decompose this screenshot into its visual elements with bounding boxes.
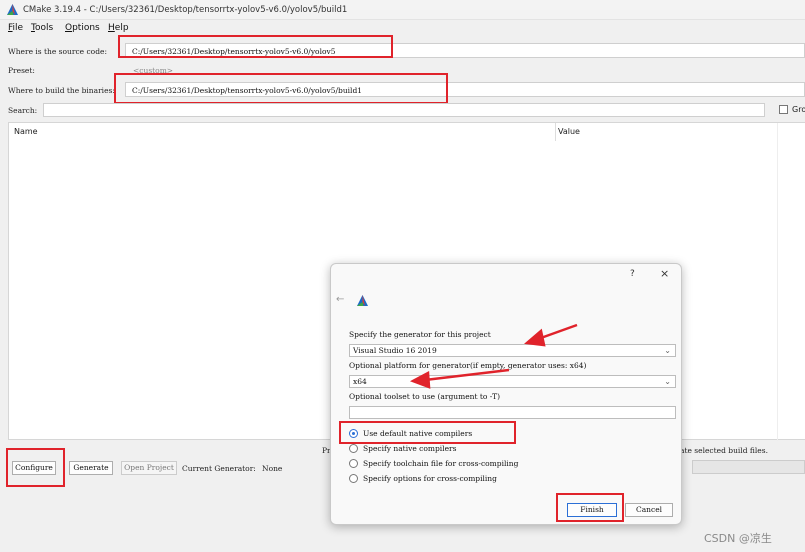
arrow-platform xyxy=(424,368,510,382)
watermark: CSDN @凉生 xyxy=(704,532,772,545)
arrow-platform-head xyxy=(409,370,431,389)
arrow-generator-head xyxy=(524,328,546,347)
arrow-generator xyxy=(537,323,578,341)
annotation-arrows xyxy=(409,323,578,389)
